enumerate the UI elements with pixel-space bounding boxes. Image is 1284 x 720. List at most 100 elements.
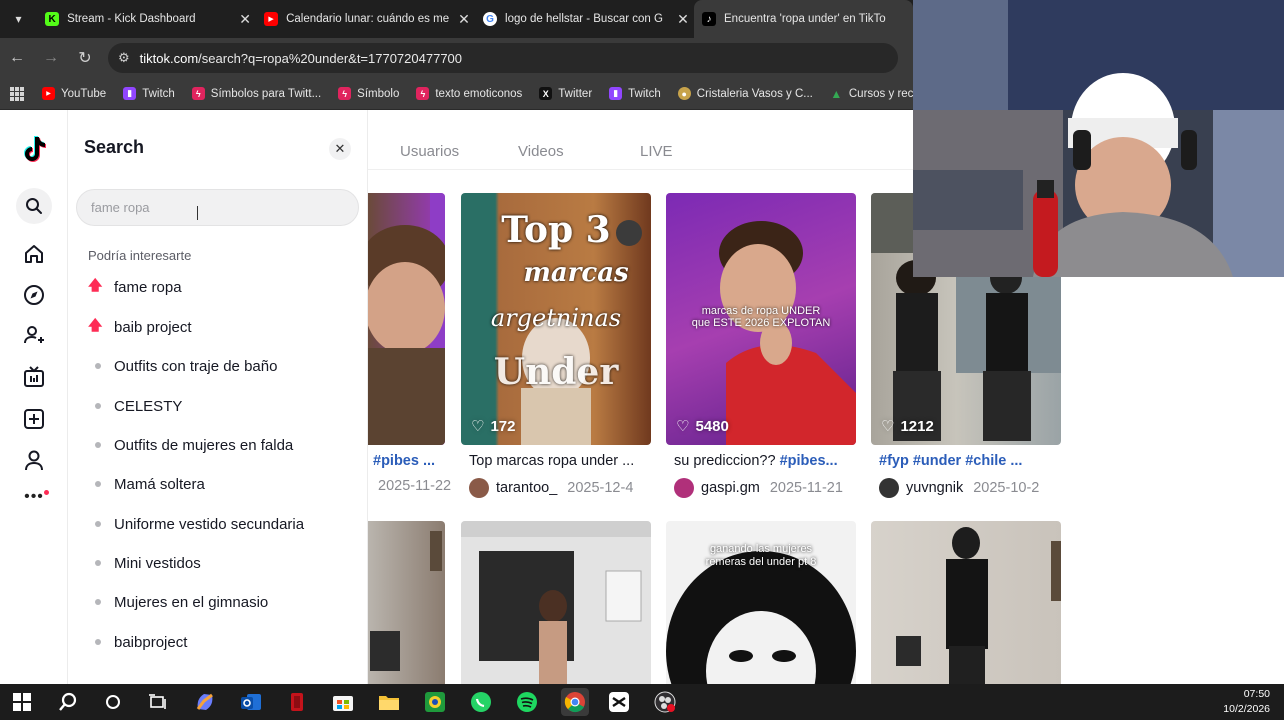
video-author[interactable]: tarantoo_ <box>496 480 557 496</box>
suggestion-item[interactable]: Outfits de mujeres en falda <box>88 434 293 456</box>
likes-count: ♡ 5480 <box>676 417 729 436</box>
video-thumbnail[interactable]: ganando las mujeres remeras del under pt… <box>666 521 856 684</box>
cortana-icon[interactable] <box>101 690 125 714</box>
address-bar[interactable]: ⚙ tiktok.com/search?q=ropa%20under&t=177… <box>108 43 898 73</box>
tab-usuarios[interactable]: Usuarios <box>400 143 459 160</box>
search-icon[interactable] <box>16 188 52 224</box>
video-date: 2025-12-4 <box>567 480 634 496</box>
copilot-icon[interactable] <box>193 690 217 714</box>
bookmark-item[interactable]: ▶ YouTube <box>42 87 106 100</box>
suggestion-item[interactable]: 🡅 baib project <box>88 316 192 338</box>
suggestion-item[interactable]: Outfits con traje de baño <box>88 355 277 377</box>
browser-tab[interactable]: G logo de hellstar - Buscar con G ✕ <box>475 0 694 38</box>
video-author[interactable]: yuvngnik <box>906 480 963 496</box>
bookmark-item[interactable]: ▮ Twitch <box>123 87 175 100</box>
system-clock[interactable]: 07:50 10/2/2026 <box>1223 687 1270 717</box>
explore-compass-icon[interactable] <box>20 281 48 309</box>
video-caption[interactable]: #pibes ... <box>373 453 453 469</box>
bookmark-item[interactable]: ▮ Twitch <box>609 87 661 100</box>
microsoft-store-icon[interactable] <box>331 690 355 714</box>
browser-tab-active[interactable]: ♪ Encuentra 'ropa under' en TikTo <box>694 0 913 38</box>
video-thumbnail[interactable]: Top 3 marcas argetninas Under ♡ 172 <box>461 193 651 445</box>
video-thumbnail[interactable] <box>871 521 1061 684</box>
tab-search-chevron-icon[interactable]: ▾ <box>0 0 37 38</box>
close-tab-icon[interactable]: ✕ <box>234 11 256 28</box>
video-thumbnail[interactable] <box>368 521 445 684</box>
video-card[interactable] <box>368 521 445 684</box>
forward-arrow-icon[interactable]: → <box>34 49 68 67</box>
video-caption[interactable]: Top marcas ropa under ... <box>469 453 649 469</box>
video-meta: 2025-11-22 <box>368 478 458 494</box>
tab-live[interactable]: LIVE <box>640 143 673 160</box>
capcut-icon[interactable] <box>607 690 631 714</box>
upload-plus-icon[interactable] <box>20 405 48 433</box>
following-icon[interactable] <box>20 321 48 349</box>
close-tab-icon[interactable]: ✕ <box>672 11 694 28</box>
task-view-icon[interactable] <box>146 690 170 714</box>
bookmark-item[interactable]: ϟ texto emoticonos <box>416 87 522 100</box>
suggestion-item[interactable]: 🡅 fame ropa <box>88 276 182 298</box>
tab-videos[interactable]: Videos <box>518 143 564 160</box>
spotify-icon[interactable] <box>515 690 539 714</box>
bullet-dot-icon <box>95 599 101 605</box>
browser-tab[interactable]: K Stream - Kick Dashboard ✕ <box>37 0 256 38</box>
video-thumbnail[interactable] <box>368 193 445 445</box>
site-settings-icon[interactable]: ⚙ <box>118 50 130 66</box>
bookmark-item[interactable]: ϟ Símbolos para Twitt... <box>191 87 321 100</box>
video-caption[interactable]: #fyp #under #chile ... <box>879 453 1059 469</box>
more-dots-icon[interactable]: ••• <box>20 483 49 511</box>
outlook-icon[interactable] <box>239 690 263 714</box>
home-icon[interactable] <box>20 240 48 268</box>
video-card[interactable]: #pibes ... 2025-11-22 <box>368 193 451 494</box>
app-green-icon[interactable] <box>423 690 447 714</box>
obs-icon[interactable] <box>653 690 677 714</box>
close-icon[interactable]: ✕ <box>329 138 351 160</box>
video-card[interactable]: ganando las mujeres remeras del under pt… <box>666 521 856 684</box>
whatsapp-icon[interactable] <box>469 690 493 714</box>
reload-icon[interactable]: ↻ <box>68 48 102 68</box>
suggestion-item[interactable]: Mini vestidos <box>88 552 201 574</box>
profile-icon[interactable] <box>20 446 48 474</box>
live-tv-icon[interactable] <box>20 363 48 391</box>
app-red-icon[interactable] <box>285 690 309 714</box>
bullet-dot-icon <box>95 481 101 487</box>
bookmark-item[interactable]: ● Cristaleria Vasos y C... <box>677 87 813 100</box>
search-box[interactable] <box>76 189 359 226</box>
suggestion-item[interactable]: Mujeres en el gimnasio <box>88 591 268 613</box>
video-card[interactable]: marcas de ropa UNDER que ESTE 2026 EXPLO… <box>666 193 856 498</box>
search-icon[interactable] <box>56 690 80 714</box>
screen: ▾ K Stream - Kick Dashboard ✕ ▶ Calendar… <box>0 0 1284 720</box>
avatar[interactable] <box>674 478 694 498</box>
video-thumbnail[interactable]: marcas de ropa UNDER que ESTE 2026 EXPLO… <box>666 193 856 445</box>
video-caption[interactable]: su prediccion?? #pibes... <box>674 453 854 469</box>
avatar[interactable] <box>879 478 899 498</box>
browser-tab[interactable]: ▶ Calendario lunar: cuándo es me ✕ <box>256 0 475 38</box>
bookmark-item[interactable]: X Twitter <box>539 87 592 100</box>
video-card[interactable]: Top 3 marcas argetninas Under ♡ 172 Top m… <box>461 193 651 498</box>
apps-grid-icon[interactable] <box>10 86 24 101</box>
browser-tab-bar: ▾ K Stream - Kick Dashboard ✕ ▶ Calendar… <box>0 0 913 38</box>
suggestion-item[interactable]: Uniforme vestido secundaria <box>88 513 304 535</box>
bolt-icon: ϟ <box>338 87 352 100</box>
url-text: tiktok.com/search?q=ropa%20under&t=17707… <box>139 50 463 66</box>
suggestion-item[interactable]: CELESTY <box>88 395 182 417</box>
video-thumbnail[interactable] <box>461 521 651 684</box>
back-arrow-icon[interactable]: ← <box>0 49 34 67</box>
tiktok-logo-icon[interactable] <box>20 135 48 163</box>
suggestion-item[interactable]: baibproject <box>88 631 187 653</box>
chrome-icon[interactable] <box>561 688 589 716</box>
video-card[interactable] <box>461 521 651 684</box>
search-input[interactable] <box>91 200 311 215</box>
thumbnail-art <box>368 193 445 445</box>
avatar[interactable] <box>469 478 489 498</box>
video-date: 2025-11-22 <box>378 478 452 494</box>
video-card[interactable] <box>871 521 1061 684</box>
close-tab-icon[interactable]: ✕ <box>453 11 475 28</box>
browser-tab-label: Encuentra 'ropa under' en TikTo <box>724 13 886 25</box>
suggestion-item[interactable]: Mamá soltera <box>88 473 205 495</box>
bookmark-item[interactable]: ϟ Símbolo <box>338 87 399 100</box>
windows-start-icon[interactable] <box>10 690 34 714</box>
file-explorer-icon[interactable] <box>377 690 401 714</box>
bookmark-item[interactable]: ▲ Cursos y rece <box>830 87 919 101</box>
video-author[interactable]: gaspi.gm <box>701 480 760 496</box>
